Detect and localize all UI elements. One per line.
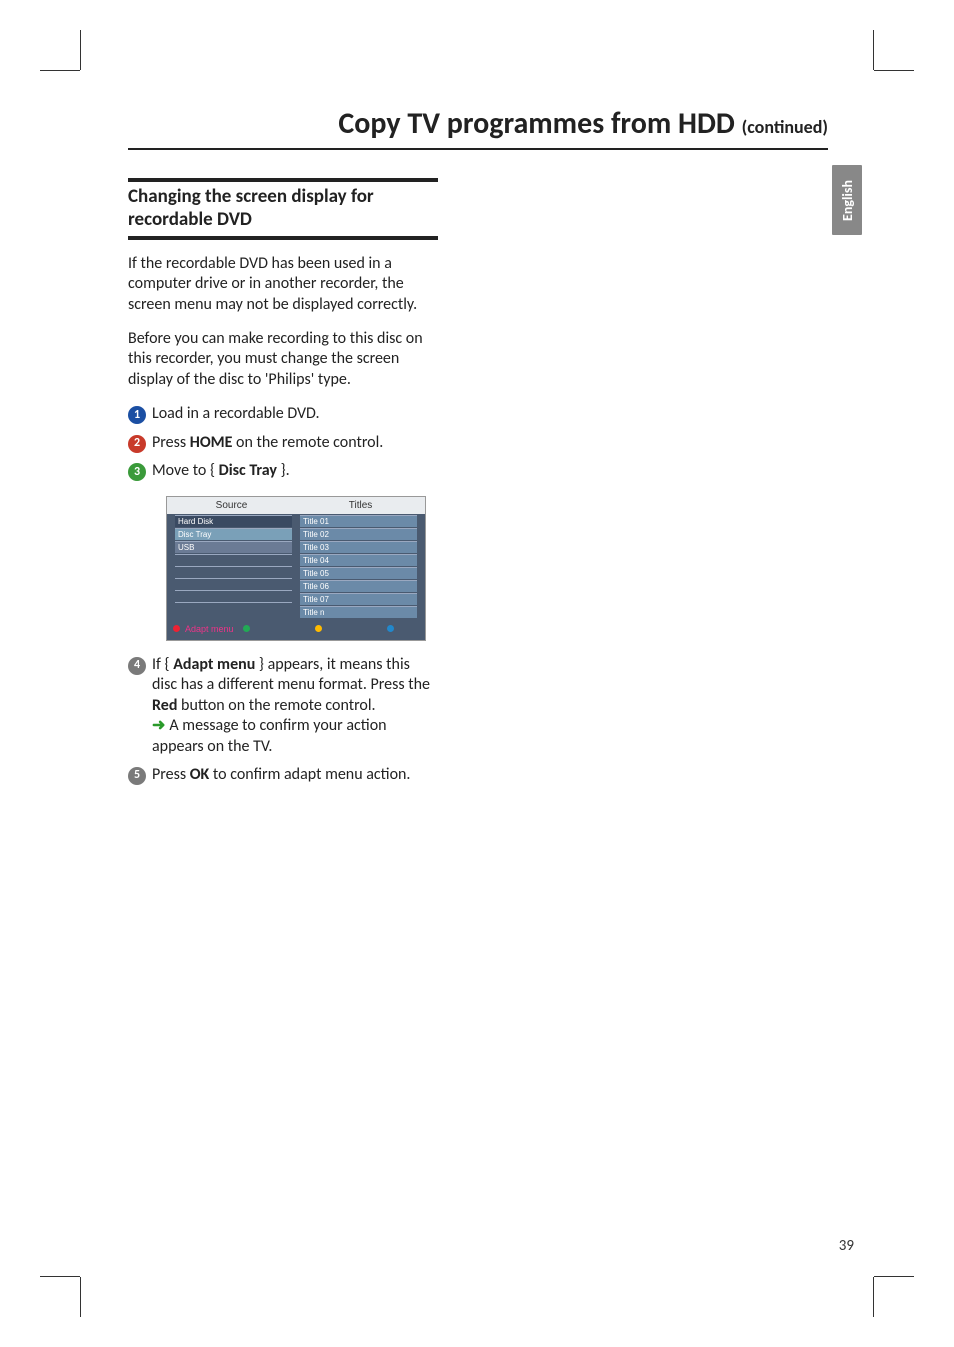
step-text-bold: OK [190, 765, 210, 784]
figure-source-row: Hard Disk [175, 515, 292, 527]
step-3: 3 Move to { Disc Tray }. [128, 461, 438, 481]
arrow-icon: ➜ [152, 716, 165, 735]
figure-footer: Adapt menu [167, 620, 425, 640]
step-text-part: button on the remote control. [177, 696, 375, 715]
yellow-dot-icon [315, 625, 322, 632]
step-text-bold: Disc Tray [219, 461, 277, 480]
step-text-bold: HOME [190, 433, 233, 452]
step-number-icon: 2 [128, 435, 146, 453]
figure-title-row: Title 07 [300, 593, 417, 605]
step-number-icon: 4 [128, 657, 146, 675]
figure-body: Hard Disk Disc Tray USB Title 01 Title 0… [167, 514, 425, 620]
figure-source-row [175, 590, 292, 601]
step-text-part: Move to { [152, 461, 219, 480]
figure-source-row-selected: Disc Tray [175, 528, 292, 540]
figure-title-row: Title 04 [300, 554, 417, 566]
section-heading: Changing the screen display for recordab… [128, 186, 438, 232]
crop-mark [874, 1276, 914, 1277]
screen-figure: Source Titles Hard Disk Disc Tray USB [166, 496, 426, 641]
step-text-part: on the remote control. [232, 433, 383, 452]
step-text: Move to { Disc Tray }. [152, 461, 438, 481]
crop-mark [873, 1277, 874, 1317]
page-content: Copy TV programmes from HDD (continued) … [128, 105, 828, 786]
blue-dot-icon [387, 625, 394, 632]
step-5: 5 Press OK to confirm adapt menu action. [128, 765, 438, 785]
step-text: If { Adapt menu } appears, it means this… [152, 655, 438, 757]
figure-source-col: Hard Disk Disc Tray USB [175, 515, 292, 618]
language-tab: English [832, 165, 862, 235]
figure-source-row [175, 578, 292, 589]
step-2: 2 Press HOME on the remote control. [128, 433, 438, 453]
figure-source-row [175, 602, 292, 613]
step-text-part: If { [152, 655, 173, 674]
crop-mark [80, 1277, 81, 1317]
green-dot-icon [243, 625, 250, 632]
crop-mark [874, 70, 914, 71]
figure-title-row: Title 06 [300, 580, 417, 592]
section-rule [128, 236, 438, 240]
step-text-bold: Red [152, 696, 177, 715]
section-rule [128, 178, 438, 182]
step-text: Load in a recordable DVD. [152, 404, 438, 424]
paragraph: Before you can make recording to this di… [128, 329, 438, 390]
left-column: Changing the screen display for recordab… [128, 178, 438, 786]
figure-title-row: Title n [300, 606, 417, 618]
page-title-continued: (continued) [742, 116, 828, 138]
step-text: Press HOME on the remote control. [152, 433, 438, 453]
page-title-main: Copy TV programmes from HDD [338, 105, 734, 142]
figure-title-row: Title 05 [300, 567, 417, 579]
step-sub-text: A message to confirm your action appears… [152, 716, 387, 755]
step-1: 1 Load in a recordable DVD. [128, 404, 438, 424]
step-text-part: Press [152, 433, 190, 452]
figure-source-row: USB [175, 541, 292, 553]
step-number-icon: 1 [128, 406, 146, 424]
figure-title-row: Title 03 [300, 541, 417, 553]
language-tab-label: English [839, 180, 856, 221]
step-text-part: to confirm adapt menu action. [209, 765, 410, 784]
figure-source-row [175, 566, 292, 577]
step-text-part: }. [277, 461, 290, 480]
crop-mark [80, 30, 81, 70]
figure-title-row: Title 01 [300, 515, 417, 527]
steps-list: 1 Load in a recordable DVD. 2 Press HOME… [128, 404, 438, 785]
figure-header: Source Titles [167, 497, 425, 514]
figure-header-titles: Titles [296, 497, 425, 514]
figure-title-row: Title 02 [300, 528, 417, 540]
step-number-icon: 5 [128, 767, 146, 785]
page-title: Copy TV programmes from HDD (continued) [128, 105, 828, 150]
figure-footer-label: Adapt menu [185, 624, 234, 634]
figure-titles-col: Title 01 Title 02 Title 03 Title 04 Titl… [300, 515, 417, 618]
step-4: 4 If { Adapt menu } appears, it means th… [128, 655, 438, 757]
crop-mark [873, 30, 874, 70]
figure-header-source: Source [167, 497, 296, 514]
crop-mark [40, 1276, 80, 1277]
page-number: 39 [839, 1237, 854, 1255]
step-text-part: Press [152, 765, 190, 784]
figure-source-row [175, 554, 292, 565]
step-number-icon: 3 [128, 463, 146, 481]
step-text: Press OK to confirm adapt menu action. [152, 765, 438, 785]
red-dot-icon [173, 625, 180, 632]
crop-mark [40, 70, 80, 71]
step-text-bold: Adapt menu [173, 655, 255, 674]
step-text-part: Load in a recordable DVD. [152, 404, 320, 423]
paragraph: If the recordable DVD has been used in a… [128, 254, 438, 315]
